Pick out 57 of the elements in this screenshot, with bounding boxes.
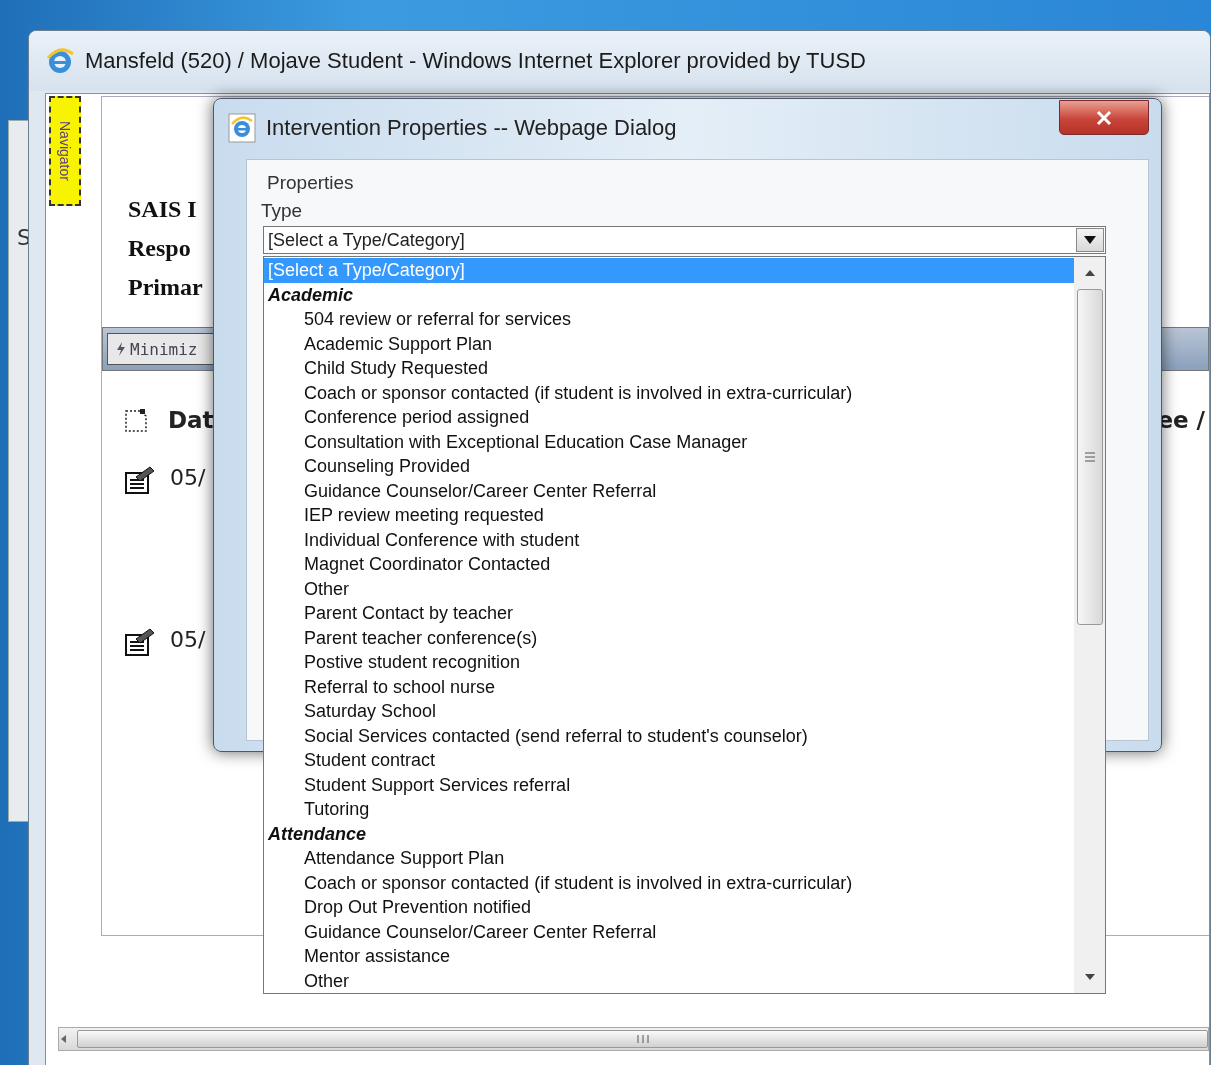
field-label: Respo [128,235,191,262]
scroll-left-icon[interactable] [59,1034,69,1044]
list-option[interactable]: Drop Out Prevention notified [264,895,1074,920]
list-option[interactable]: Conference period assigned [264,405,1074,430]
new-document-icon[interactable] [124,407,148,433]
list-option[interactable]: Tutoring [264,797,1074,822]
list-option[interactable]: Mentor assistance [264,944,1074,969]
list-option[interactable]: Coach or sponsor contacted (if student is involved in extra-curricular) [264,380,1074,405]
grip-icon [1083,452,1096,462]
list-option[interactable]: Academic Support Plan [264,331,1074,356]
option-group-label: Academic [267,283,355,307]
list-option[interactable]: Coach or sponsor contacted (if student is involved in extra-curricular) [264,870,1074,895]
list-option[interactable]: Other [264,576,1074,601]
dialog-title: Intervention Properties -- Webpage Dialog [266,115,677,141]
grip-icon [635,1034,650,1044]
field-label: SAIS I [128,196,197,223]
table-cell: 05/ [170,465,206,490]
horizontal-scrollbar[interactable] [58,1027,1209,1051]
list-option[interactable]: Social Services contacted (send referral to student's counselor) [264,723,1074,748]
list-option[interactable]: Student Support Services referral [264,772,1074,797]
list-option[interactable]: Parent Contact by teacher [264,601,1074,626]
list-option[interactable]: Postive student recognition [264,650,1074,675]
table-cell: 05/ [170,627,206,652]
section-title: Properties [267,171,355,195]
close-button[interactable] [1059,100,1149,135]
close-icon [1096,109,1112,126]
list-option[interactable]: Parent teacher conference(s) [264,625,1074,650]
list-option[interactable]: Magnet Coordinator Contacted [264,552,1074,577]
browser-icon [45,46,75,76]
navigator-tab[interactable]: Navigator [49,96,81,206]
field-label: Type [261,200,304,223]
list-option[interactable]: Individual Conference with student [264,527,1074,552]
list-option[interactable]: Guidance Counselor/Career Center Referral [264,478,1074,503]
list-option[interactable]: Referral to school nurse [264,674,1074,699]
list-option[interactable]: Saturday School [264,699,1074,724]
dropdown-arrow-icon [1084,236,1096,244]
list-option[interactable]: Other [264,968,1074,993]
list-option[interactable]: Counseling Provided [264,454,1074,479]
column-header: Dat [168,407,214,433]
field-label: Primar [128,274,203,301]
minimize-button[interactable]: Minimiz [107,333,215,365]
vertical-scrollbar[interactable] [1074,257,1105,993]
list-option[interactable]: Student contract [264,748,1074,773]
list-option[interactable]: IEP review meeting requested [264,503,1074,528]
list-option[interactable]: Guidance Counselor/Career Center Referral [264,919,1074,944]
list-option[interactable]: Consultation with Exceptional Education Case Manager [264,429,1074,454]
lightning-icon [116,342,126,356]
list-option[interactable]: Attendance Support Plan [264,846,1074,871]
list-option[interactable]: Child Study Requested [264,356,1074,381]
browser-page-icon [228,113,256,143]
scroll-down-icon[interactable] [1084,974,1095,980]
window-title: Mansfeld (520) / Mojave Student - Windows Internet Explorer provided by TUSD [85,48,866,74]
list-option[interactable]: 504 review or referral for services [264,307,1074,332]
type-select[interactable]: [Select a Type/Category] [263,226,1106,254]
scroll-thumb[interactable] [1076,289,1103,625]
scroll-up-icon[interactable] [1084,270,1095,276]
option-group-label: Attendance [267,822,367,846]
